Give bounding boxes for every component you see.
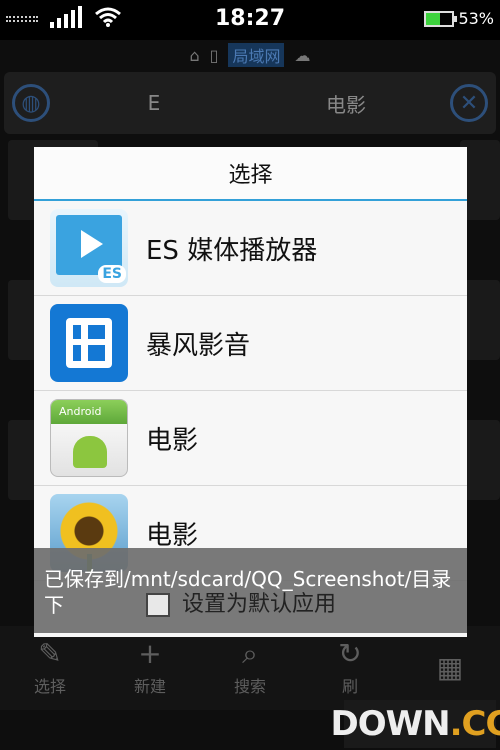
battery-indicator: 53%	[424, 9, 494, 28]
path-segment-root[interactable]: E	[58, 91, 250, 115]
app-option-android-movie[interactable]: Android 电影	[34, 391, 467, 486]
app-option-es-player[interactable]: ES ES 媒体播放器	[34, 201, 467, 296]
set-default-row[interactable]: 设置为默认应用	[146, 592, 336, 618]
dialog-title: 选择	[34, 147, 467, 201]
es-badge: ES	[98, 265, 126, 283]
app-option-baofeng[interactable]: 暴风影音	[34, 296, 467, 391]
home-icon[interactable]: ⌂	[190, 46, 200, 65]
close-icon[interactable]: ✕	[442, 76, 496, 130]
es-media-player-icon: ES	[50, 209, 128, 287]
android-caption: Android	[51, 400, 127, 424]
toolbar-more-button[interactable]: ▦	[400, 626, 500, 710]
watermark-text: DOWN	[330, 704, 451, 744]
watermark-logo: DOWN .CC	[331, 700, 500, 748]
status-bar: 18:27 53%	[0, 0, 500, 40]
grid-icon: ▦	[436, 651, 464, 684]
set-default-checkbox[interactable]	[146, 593, 170, 617]
location-bar: ⌂ ▯ 局域网 ☁	[0, 40, 500, 70]
app-option-label: 电影	[146, 520, 199, 551]
android-app-icon: Android	[50, 399, 128, 477]
app-option-label: 暴风影音	[146, 330, 251, 361]
select-icon: ✎	[38, 637, 62, 670]
lan-tab[interactable]: 局域网	[228, 43, 285, 67]
device-icon[interactable]: ▯	[210, 46, 219, 65]
toolbar-search-button[interactable]: ⌕ 搜索	[200, 626, 300, 710]
toolbar-label: 搜索	[233, 677, 266, 696]
watermark-suffix: .CC	[449, 704, 500, 744]
toolbar-new-button[interactable]: + 新建	[100, 626, 200, 710]
toast-notification: 已保存到/mnt/sdcard/QQ_Screenshot/目录下 设置为默认应…	[34, 548, 467, 633]
toolbar-label: 新建	[133, 677, 166, 696]
battery-icon	[424, 10, 458, 27]
path-segment-current[interactable]: 电影	[250, 89, 442, 118]
path-bar: ◍ E 电影 ✕	[4, 72, 496, 134]
toolbar-label: 选择	[33, 677, 66, 696]
app-option-label: 电影	[146, 425, 199, 456]
battery-percent: 53%	[458, 9, 494, 28]
baofeng-player-icon	[50, 304, 128, 382]
refresh-icon: ↻	[338, 637, 362, 670]
search-icon: ⌕	[242, 637, 258, 670]
network-icon[interactable]: ◍	[4, 76, 58, 130]
set-default-label: 设置为默认应用	[182, 592, 337, 617]
plus-icon: +	[138, 637, 162, 670]
bottom-toolbar: ✎ 选择 + 新建 ⌕ 搜索 ↻ 刷 ▦	[0, 626, 500, 710]
app-option-label: ES 媒体播放器	[146, 235, 318, 266]
toolbar-select-button[interactable]: ✎ 选择	[0, 626, 100, 710]
toolbar-label: 刷	[341, 677, 358, 696]
toolbar-refresh-button[interactable]: ↻ 刷	[300, 626, 400, 710]
cloud-icon[interactable]: ☁	[294, 46, 310, 65]
